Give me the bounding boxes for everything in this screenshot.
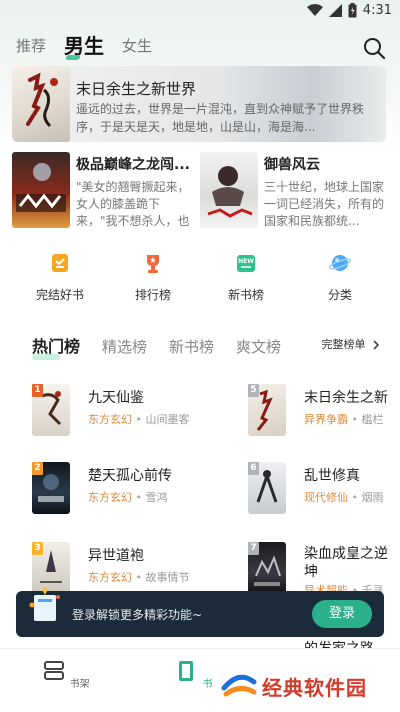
cover-art-icon: [207, 166, 253, 218]
gift-icon: [29, 587, 60, 621]
battery-icon: [348, 3, 357, 18]
tab-female[interactable]: 女生: [122, 34, 152, 58]
book-cover: [200, 152, 258, 228]
login-button[interactable]: 登录: [312, 600, 372, 628]
featured-banner[interactable]: 末日余生之新世界 遥远的过去，世界是一片混沌，直到众神赋予了世界秩序，于是天是天…: [12, 66, 386, 142]
card-title: 御兽风云: [264, 157, 320, 173]
toast-message: 登录解锁更多精彩功能~: [72, 608, 203, 622]
top-tabs: 推荐 男生 女生: [16, 34, 152, 58]
bookshelf-icon: [44, 661, 65, 680]
login-toast: 登录解锁更多精彩功能~ 登录: [16, 587, 384, 637]
category-classify[interactable]: 分类: [300, 252, 380, 303]
cover-art-icon: [26, 72, 58, 128]
rank-badge: 5: [248, 384, 259, 397]
rank-badge: 6: [248, 462, 259, 475]
card-title: 极品巅峰之龙闯...: [76, 157, 190, 173]
tab-cool[interactable]: 爽文榜: [236, 336, 281, 357]
bookstore-icon: [179, 661, 194, 681]
card-description: 三十世纪，地球上国家一词已经消失，所有的国家和民族都统...: [264, 180, 385, 228]
rank-badge: 7: [248, 542, 259, 555]
cover-art-icon: [16, 163, 66, 212]
signal-icon: [328, 4, 342, 17]
ranking-tabs: 热门榜 精选榜 新书榜 爽文榜: [32, 333, 281, 360]
list-item[interactable]: 1 九天仙鉴 东方玄幻 • 山间墨客: [32, 384, 202, 444]
finished-book-icon: [52, 254, 68, 272]
book-meta: 东方玄幻 • 雪鸿: [88, 491, 168, 504]
list-item[interactable]: 5 末日余生之新 异界争霸 • 槛栏: [248, 384, 400, 444]
tab-hot[interactable]: 热门榜: [32, 333, 80, 360]
new-book-icon: NEW: [237, 255, 255, 272]
status-bar: 4:31: [0, 0, 400, 24]
wifi-icon: [306, 4, 323, 16]
svg-text:NEW: NEW: [238, 258, 254, 265]
book-title: 染血成皇之逆坤: [304, 546, 388, 580]
book-card[interactable]: 御兽风云 三十世纪，地球上国家一词已经消失，所有的国家和民族都统...: [200, 152, 388, 228]
search-icon[interactable]: [362, 36, 386, 60]
list-item[interactable]: 2 楚天孤心前传 东方玄幻 • 雪鸿: [32, 462, 202, 522]
rank-badge: 1: [32, 384, 43, 397]
nav-bookshelf[interactable]: 书架: [36, 659, 96, 690]
tab-recommend[interactable]: 推荐: [16, 34, 46, 58]
tab-new[interactable]: 新书榜: [169, 336, 214, 357]
category-finished[interactable]: 完结好书: [20, 252, 100, 303]
full-list-link[interactable]: 完整榜单: [322, 336, 381, 352]
book-meta: 现代修仙 • 烟雨: [304, 491, 384, 504]
book-cover: [12, 66, 70, 142]
banner-title: 末日余生之新世界: [76, 80, 197, 98]
status-time: 4:31: [362, 3, 392, 18]
trophy-icon: [147, 255, 159, 273]
book-title: 乱世修真: [304, 468, 360, 484]
category-ranking[interactable]: 排行榜: [113, 252, 193, 303]
rank-badge: 2: [32, 462, 43, 475]
nav-bookstore[interactable]: 书: [164, 659, 224, 690]
category-shortcuts: 完结好书 排行榜 NEW 新书榜 分类: [0, 252, 400, 302]
category-new-books[interactable]: NEW 新书榜: [206, 252, 286, 303]
logo-icon: [221, 667, 257, 703]
book-title: 末日余生之新: [304, 390, 388, 406]
tab-male[interactable]: 男生: [64, 34, 104, 58]
rank-badge: 3: [32, 542, 43, 555]
book-meta: 东方玄幻 • 山间墨客: [88, 413, 190, 426]
book-meta: 异界争霸 • 槛栏: [304, 413, 384, 426]
book-title: 异世道袍: [88, 548, 144, 564]
tab-selected[interactable]: 精选榜: [102, 336, 147, 357]
book-meta: 东方玄幻 • 故事情节: [88, 571, 190, 584]
chevron-right-icon: [373, 340, 380, 350]
book-title: 楚天孤心前传: [88, 468, 172, 484]
planet-icon: [328, 255, 352, 271]
book-title: 九天仙鉴: [88, 390, 144, 406]
book-cover: [12, 152, 70, 228]
banner-description: 遥远的过去，世界是一片混沌，直到众神赋予了世界秩序，于是天是天，地是地，山是山，…: [76, 102, 365, 134]
book-card[interactable]: 极品巅峰之龙闯... "美女的翘臀撅起来，女人的膝盖跪下来，"我不想杀人，也不想…: [12, 152, 200, 228]
card-description: "美女的翘臀撅起来，女人的膝盖跪下来，"我不想杀人，也不想...: [76, 180, 190, 228]
list-item[interactable]: 6 乱世修真 现代修仙 • 烟雨: [248, 462, 400, 522]
watermark: 经典软件园: [218, 664, 388, 710]
